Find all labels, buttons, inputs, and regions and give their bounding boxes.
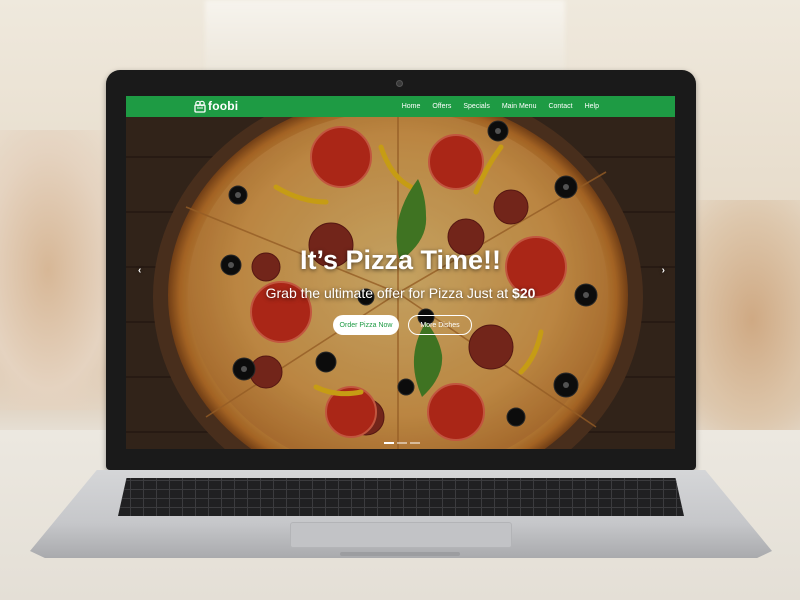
nav-menu: Home Offers Specials Main Menu Contact H… xyxy=(396,96,605,117)
slider-dot[interactable] xyxy=(410,442,420,444)
hero-title: It’s Pizza Time!! xyxy=(299,245,502,275)
slider-dot[interactable] xyxy=(397,442,407,444)
background-blur-left xyxy=(0,130,120,410)
webcam xyxy=(396,80,403,87)
brand-name: foobi xyxy=(208,99,239,113)
chef-hat-icon xyxy=(194,100,206,113)
nav-item-home[interactable]: Home xyxy=(396,103,427,110)
slider-dot[interactable] xyxy=(384,442,394,444)
site-navbar: foobi Home Offers Specials Main Menu Con… xyxy=(126,96,675,117)
hero-overlay xyxy=(126,117,675,449)
hero-subtitle: Grab the ultimate offer for Pizza Just a… xyxy=(126,285,675,301)
laptop-front-lip xyxy=(340,552,460,556)
laptop-keyboard xyxy=(118,478,684,516)
order-pizza-button[interactable]: Order Pizza Now xyxy=(333,315,399,335)
slider-indicators xyxy=(384,442,420,444)
laptop-screen: ‹ › It’s Pizza Time!! Grab the ultimate … xyxy=(126,96,675,449)
nav-item-specials[interactable]: Specials xyxy=(457,103,495,110)
nav-item-contact[interactable]: Contact xyxy=(542,103,578,110)
nav-item-help[interactable]: Help xyxy=(579,103,605,110)
nav-item-offers[interactable]: Offers xyxy=(426,103,457,110)
hero-slider: ‹ › It’s Pizza Time!! Grab the ultimate … xyxy=(126,117,675,449)
more-dishes-button[interactable]: More Dishes xyxy=(408,315,472,335)
background-window xyxy=(205,0,565,74)
laptop-trackpad xyxy=(290,522,512,548)
background-blur-right xyxy=(680,200,800,440)
site-logo[interactable]: foobi xyxy=(194,99,238,113)
hero-price: $20 xyxy=(512,285,536,301)
hero-subtitle-text: Grab the ultimate offer for Pizza Just a… xyxy=(265,285,509,301)
nav-item-main-menu[interactable]: Main Menu xyxy=(496,103,543,110)
